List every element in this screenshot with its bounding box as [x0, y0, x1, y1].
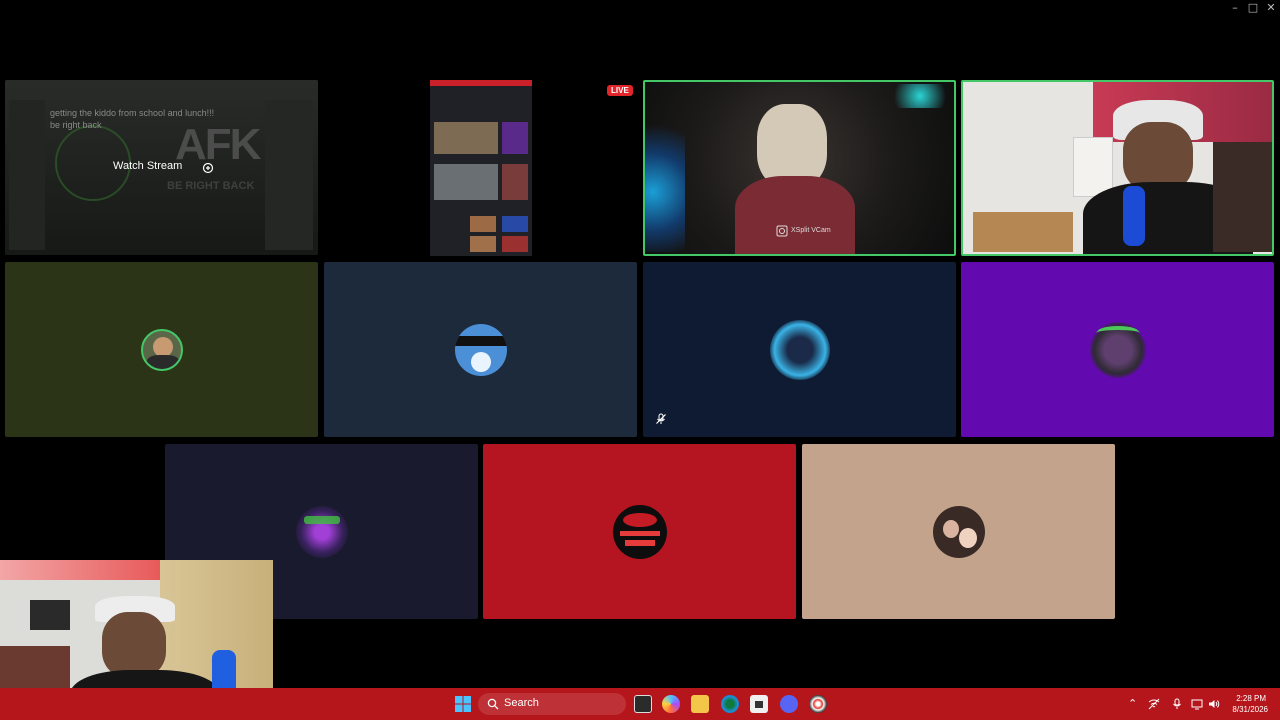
participant-avatar — [140, 328, 183, 371]
chat-line-1: getting the kiddo from school and lunch!… — [50, 108, 215, 118]
close-button[interactable]: ✕ — [1264, 2, 1278, 14]
live-badge: LIVE — [607, 85, 633, 96]
participant-tile-7[interactable] — [802, 444, 1115, 619]
afk-title: AFK — [175, 120, 261, 169]
participant-tile-1[interactable] — [5, 262, 318, 437]
avatar-body — [146, 354, 179, 369]
windows-start-icon[interactable] — [454, 695, 472, 713]
chat-line-2: be right back — [50, 120, 102, 130]
watch-stream-label[interactable]: Watch Stream — [113, 160, 182, 172]
room-chair — [1213, 142, 1272, 252]
avatar-face — [470, 351, 491, 372]
xsplit-icon — [776, 225, 788, 237]
obs-icon[interactable] — [809, 695, 827, 713]
person-body — [735, 176, 855, 254]
phone-thumb-3 — [434, 164, 498, 200]
participant-avatar — [295, 505, 348, 558]
phone-thumb-2 — [502, 122, 528, 154]
file-explorer-icon[interactable] — [691, 695, 709, 713]
display-icon[interactable] — [1191, 698, 1203, 710]
webcam-light-top — [885, 84, 954, 108]
microphone — [1123, 186, 1145, 246]
participant-tile-4[interactable] — [961, 262, 1274, 437]
participant-tile-6[interactable] — [483, 444, 796, 619]
participant-tile-2[interactable] — [324, 262, 637, 437]
overlay-face — [102, 612, 166, 678]
taskbar-search[interactable]: Search — [478, 693, 626, 715]
avatar-face-2 — [958, 527, 977, 548]
stream-tile-afk[interactable]: getting the kiddo from school and lunch!… — [5, 80, 318, 255]
volume-icon[interactable] — [1208, 698, 1220, 710]
stream-sidebar — [9, 100, 45, 250]
video-tile-webcam-1[interactable]: XSplit VCam — [643, 80, 956, 256]
avatar-banner — [303, 515, 340, 524]
store-bag — [755, 701, 763, 708]
window-titlebar: – □ ✕ — [0, 0, 1280, 16]
stream-tile-phone[interactable] — [430, 80, 532, 256]
avatar-face — [152, 336, 173, 357]
phone-thumb-1 — [434, 122, 498, 154]
afk-subtitle: BE RIGHT BACK — [167, 180, 255, 192]
phone-thumb-6 — [502, 216, 528, 232]
video-tile-webcam-2[interactable] — [961, 80, 1274, 256]
clock-time[interactable]: 2:28 PM — [1226, 693, 1266, 704]
copilot-icon[interactable] — [662, 695, 680, 713]
webcam-light-left — [645, 102, 685, 252]
avatar-planet — [622, 512, 657, 527]
search-icon — [487, 698, 499, 710]
store-icon[interactable] — [750, 695, 768, 713]
phone-thumb-5 — [470, 216, 496, 232]
avatar-face-1 — [942, 519, 959, 538]
chevron-up-icon[interactable]: ⌃ — [1128, 697, 1137, 710]
room-desk — [973, 212, 1073, 252]
stream-chat-panel — [265, 100, 313, 250]
phone-thumb-7 — [470, 236, 496, 252]
participant-avatar — [454, 323, 507, 376]
network-icon[interactable] — [1148, 698, 1160, 710]
task-view-icon[interactable] — [634, 695, 652, 713]
discord-icon[interactable] — [780, 695, 798, 713]
participant-avatar — [1089, 321, 1146, 378]
overlay-red-light — [0, 560, 160, 580]
overlay-monitor — [30, 600, 70, 630]
room-shelf — [1073, 137, 1113, 197]
phone-header-bar — [430, 80, 532, 86]
participant-avatar — [932, 505, 985, 558]
participant-tile-3[interactable] — [643, 262, 956, 437]
clock-date[interactable]: 8/31/2026 — [1222, 704, 1268, 715]
avatar-text-line-1 — [619, 530, 660, 536]
edge-browser-icon[interactable] — [721, 695, 739, 713]
minimize-button[interactable]: – — [1228, 2, 1242, 14]
maximize-button[interactable]: □ — [1246, 2, 1260, 14]
phone-thumb-8 — [502, 236, 528, 252]
watch-stream-icon[interactable] — [202, 162, 214, 174]
avatar-text-line-2 — [624, 539, 655, 546]
avatar-horns — [1095, 325, 1140, 340]
participant-avatar — [612, 504, 667, 559]
mic-muted-icon — [656, 413, 666, 424]
avatar-headband — [454, 335, 507, 346]
phone-thumb-4 — [502, 164, 528, 200]
xsplit-label: XSplit VCam — [791, 227, 831, 234]
search-label: Search — [504, 697, 539, 709]
participant-avatar — [769, 319, 830, 380]
microphone-icon[interactable] — [1171, 698, 1183, 710]
